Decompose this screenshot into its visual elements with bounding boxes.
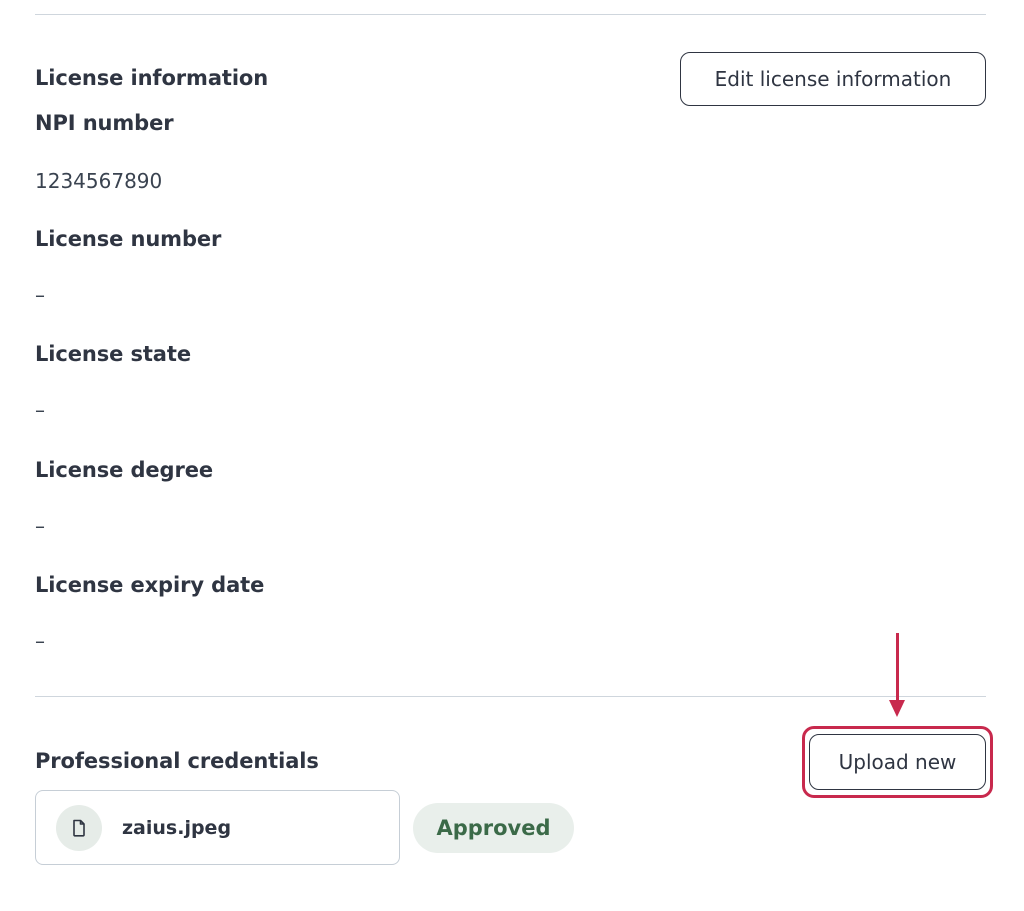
license-degree-value: – bbox=[35, 514, 45, 538]
license-expiry-date-value: – bbox=[35, 629, 45, 653]
npi-number-label: NPI number bbox=[35, 111, 174, 135]
annotation-arrow-head bbox=[889, 700, 905, 717]
license-expiry-date-label: License expiry date bbox=[35, 573, 265, 597]
credentials-section-title: Professional credentials bbox=[35, 749, 319, 773]
file-icon bbox=[56, 804, 102, 851]
license-number-label: License number bbox=[35, 227, 222, 251]
license-number-value: – bbox=[35, 283, 45, 307]
license-state-label: License state bbox=[35, 342, 191, 366]
approved-status-badge: Approved bbox=[413, 803, 574, 853]
top-divider bbox=[35, 14, 986, 15]
credential-file-card[interactable]: zaius.jpeg bbox=[35, 790, 400, 865]
file-name: zaius.jpeg bbox=[122, 816, 232, 839]
license-section-title: License information bbox=[35, 66, 269, 90]
section-divider bbox=[35, 696, 986, 697]
edit-license-button[interactable]: Edit license information bbox=[680, 52, 986, 106]
license-state-value: – bbox=[35, 398, 45, 422]
license-degree-label: License degree bbox=[35, 458, 214, 482]
upload-new-button[interactable]: Upload new bbox=[809, 734, 986, 790]
license-settings-page: License information Edit license informa… bbox=[0, 0, 1024, 911]
npi-number-value: 1234567890 bbox=[35, 169, 163, 193]
annotation-arrow-shaft bbox=[896, 633, 899, 701]
